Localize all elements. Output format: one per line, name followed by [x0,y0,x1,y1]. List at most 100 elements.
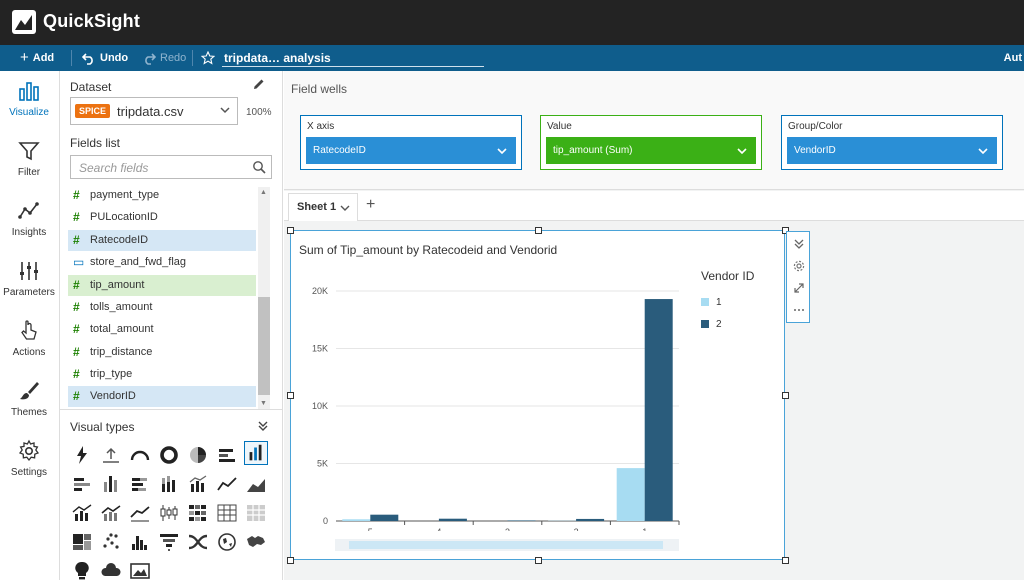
chart-horizontal-scrollbar[interactable] [335,539,679,551]
scroll-up-icon[interactable]: ▲ [260,189,267,196]
chevron-down-icon[interactable] [736,145,748,157]
collapse-visual-icon[interactable] [793,238,805,250]
y-tick-label: 10K [312,401,328,411]
legend-label: 1 [716,297,722,308]
chevron-down-icon[interactable] [977,145,989,157]
chevron-down-icon[interactable] [496,145,508,157]
area-chart-icon[interactable] [244,472,268,496]
undo-button[interactable]: Undo [82,45,128,71]
rail-item-insights[interactable]: Insights [0,191,58,247]
funnel-chart-icon[interactable] [157,530,181,554]
stacked-combo-icon[interactable] [99,501,123,525]
stacked-area-icon[interactable] [128,501,152,525]
field-tolls-amount[interactable]: #tolls_amount [68,297,256,318]
combo-line-bar-icon[interactable] [70,501,94,525]
pivot-table-icon[interactable] [215,501,239,525]
scroll-down-icon[interactable]: ▼ [260,400,267,407]
gauge-icon[interactable] [128,443,152,467]
measure-hash-icon: # [73,297,80,318]
map-icon[interactable] [215,530,239,554]
autograph-icon[interactable] [70,443,94,467]
rail-item-visualize[interactable]: Visualize [0,71,58,127]
tab-sheet-1[interactable]: Sheet 1 [288,193,358,221]
field-trip-distance[interactable]: #trip_distance [68,342,256,363]
resize-handle[interactable] [287,392,294,399]
stacked-column-icon[interactable] [157,472,181,496]
resize-handle[interactable] [287,227,294,234]
value-field-pill[interactable]: tip_amount (Sum) [546,137,756,164]
legend-item-2[interactable]: 2 [701,319,722,330]
insight-bulb-icon[interactable] [70,559,94,583]
scrollbar-thumb[interactable] [349,541,663,549]
rail-item-filter[interactable]: Filter [0,131,58,187]
field-store-and-fwd-flag[interactable]: ▭store_and_fwd_flag [68,252,256,273]
analysis-name-input[interactable]: tripdata… analysis [224,45,331,71]
rail-item-parameters[interactable]: Parameters [0,251,58,307]
collapse-chevron-icon[interactable] [257,420,269,432]
more-options-icon[interactable] [793,304,805,316]
donut-chart-icon[interactable] [157,443,181,467]
search-fields-input[interactable]: Search fields [70,155,272,179]
word-cloud-icon[interactable] [99,559,123,583]
fields-scrollbar[interactable]: ▲ ▼ [258,187,270,409]
rail-item-settings[interactable]: Settings [0,431,58,487]
settings-gear-icon[interactable] [793,260,805,272]
edit-pencil-icon[interactable] [252,77,266,91]
y-tick-label: 0 [323,516,328,526]
horizontal-bar-icon[interactable] [215,443,239,467]
histogram-icon[interactable] [128,530,152,554]
scrollbar-thumb[interactable] [258,297,270,395]
add-sheet-icon[interactable]: + [366,197,375,213]
group-color-field-pill[interactable]: VendorID [787,137,997,164]
clustered-bar-icon[interactable] [70,472,94,496]
resize-handle[interactable] [782,557,789,564]
filled-map-icon[interactable] [244,530,268,554]
field-label: VendorID [90,390,136,402]
favorite-star-icon[interactable] [201,45,215,71]
field-trip-type[interactable]: #trip_type [68,364,256,385]
redo-button[interactable]: Redo [142,45,186,71]
scatter-plot-icon[interactable] [99,530,123,554]
dataset-select[interactable]: SPICE tripdata.csv [70,97,238,125]
field-total-amount[interactable]: #total_amount [68,319,256,340]
vertical-bar-icon[interactable] [244,441,268,465]
chevron-down-icon[interactable] [339,202,351,214]
table-icon[interactable] [244,501,268,525]
heat-map-icon[interactable] [186,501,210,525]
search-icon [252,160,266,174]
measure-hash-icon: # [73,207,80,228]
bar-chart-visual[interactable]: Sum of Tip_amount by Ratecodeid and Vend… [290,230,785,560]
clustered-column-icon[interactable] [99,472,123,496]
line-chart-icon[interactable] [215,472,239,496]
field-vendorid[interactable]: #VendorID [68,386,256,407]
measure-hash-icon: # [73,342,80,363]
x-axis-field-pill[interactable]: RatecodeID [306,137,516,164]
pie-chart-icon[interactable] [186,443,210,467]
resize-handle[interactable] [535,227,542,234]
bar-series-2-cat-1 [645,299,673,521]
spice-usage-percent: 100% [246,107,272,118]
field-label: tip_amount [90,279,144,291]
stacked-bar-icon[interactable] [128,472,152,496]
field-ratecodeid[interactable]: #RatecodeID [68,230,256,251]
resize-handle[interactable] [782,392,789,399]
sankey-icon[interactable] [186,530,210,554]
combo-chart-icon[interactable] [186,472,210,496]
image-visual-icon[interactable] [128,559,152,583]
field-pulocationid[interactable]: #PULocationID [68,207,256,228]
legend-item-1[interactable]: 1 [701,297,722,308]
bar-series-1-cat-5 [342,519,370,521]
tree-map-icon[interactable] [70,530,94,554]
rail-item-themes[interactable]: Themes [0,371,58,427]
field-payment-type[interactable]: #payment_type [68,185,256,206]
kpi-icon[interactable] [99,443,123,467]
box-plot-icon[interactable] [157,501,181,525]
field-tip-amount[interactable]: #tip_amount [68,275,256,296]
resize-handle[interactable] [535,557,542,564]
expand-icon[interactable] [793,282,805,294]
rail-item-actions[interactable]: Actions [0,311,58,367]
resize-handle[interactable] [287,557,294,564]
pill-label: RatecodeID [313,145,366,156]
group-color-well: Group/Color VendorID [781,115,1003,170]
add-button[interactable]: + Add [20,45,54,71]
